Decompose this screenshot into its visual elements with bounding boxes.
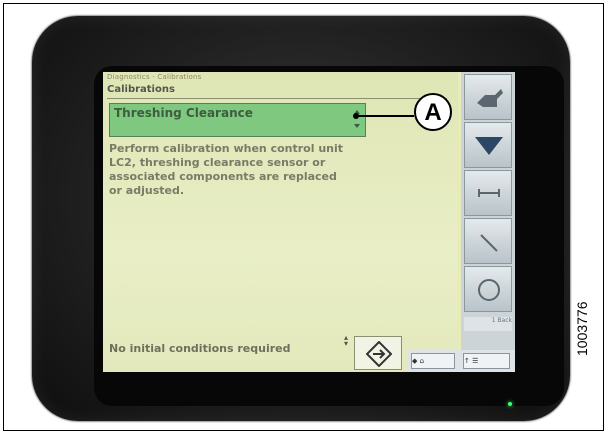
conditions-text: No initial conditions required — [109, 342, 291, 355]
sidebar-button-2[interactable] — [464, 122, 512, 168]
menu-icon: ↑ ☰ — [464, 357, 479, 365]
calibration-dropdown[interactable]: Threshing Clearance — [109, 103, 366, 137]
menu-button[interactable]: ↑ ☰ — [463, 353, 510, 369]
softkey-sidebar: 1 Back — [461, 72, 515, 372]
page-title: Calibrations — [107, 84, 447, 99]
sidebar-button-3[interactable] — [464, 170, 512, 216]
arrow-down-icon — [354, 124, 360, 128]
sidebar-label: 1 Back — [464, 317, 512, 331]
figure-id: 1003776 — [574, 301, 590, 356]
sidebar-button-4[interactable] — [464, 218, 512, 264]
wrench-icon — [480, 234, 498, 252]
dropdown-value: Threshing Clearance — [114, 106, 253, 120]
callout-leader-line — [356, 115, 414, 117]
arrow-down-icon — [475, 137, 503, 155]
sidebar-button-5[interactable] — [464, 266, 512, 312]
breadcrumb: Diagnostics - Calibrations — [107, 73, 202, 81]
power-led-icon — [508, 402, 512, 406]
sidebar-button-1[interactable] — [464, 74, 512, 120]
circle-icon — [478, 279, 500, 301]
home-icon: ◆ ⌂ — [412, 357, 425, 365]
main-panel: Diagnostics - Calibrations Calibrations … — [103, 72, 458, 372]
scroll-arrows-icon[interactable]: ▴ ▾ — [344, 334, 350, 348]
dropdown-arrows-icon[interactable] — [352, 106, 362, 134]
next-button[interactable] — [354, 336, 402, 370]
bracket-icon — [478, 189, 500, 197]
pointer-hand-icon — [477, 89, 503, 107]
display-screen: Diagnostics - Calibrations Calibrations … — [103, 72, 515, 372]
diamond-arrow-icon — [366, 341, 392, 367]
home-button[interactable]: ◆ ⌂ — [411, 353, 455, 369]
callout-label: A — [414, 93, 452, 131]
instructions-text: Perform calibration when control unit LC… — [109, 142, 344, 197]
bottom-bar: ◆ ⌂ ↑ ☰ — [408, 350, 515, 372]
